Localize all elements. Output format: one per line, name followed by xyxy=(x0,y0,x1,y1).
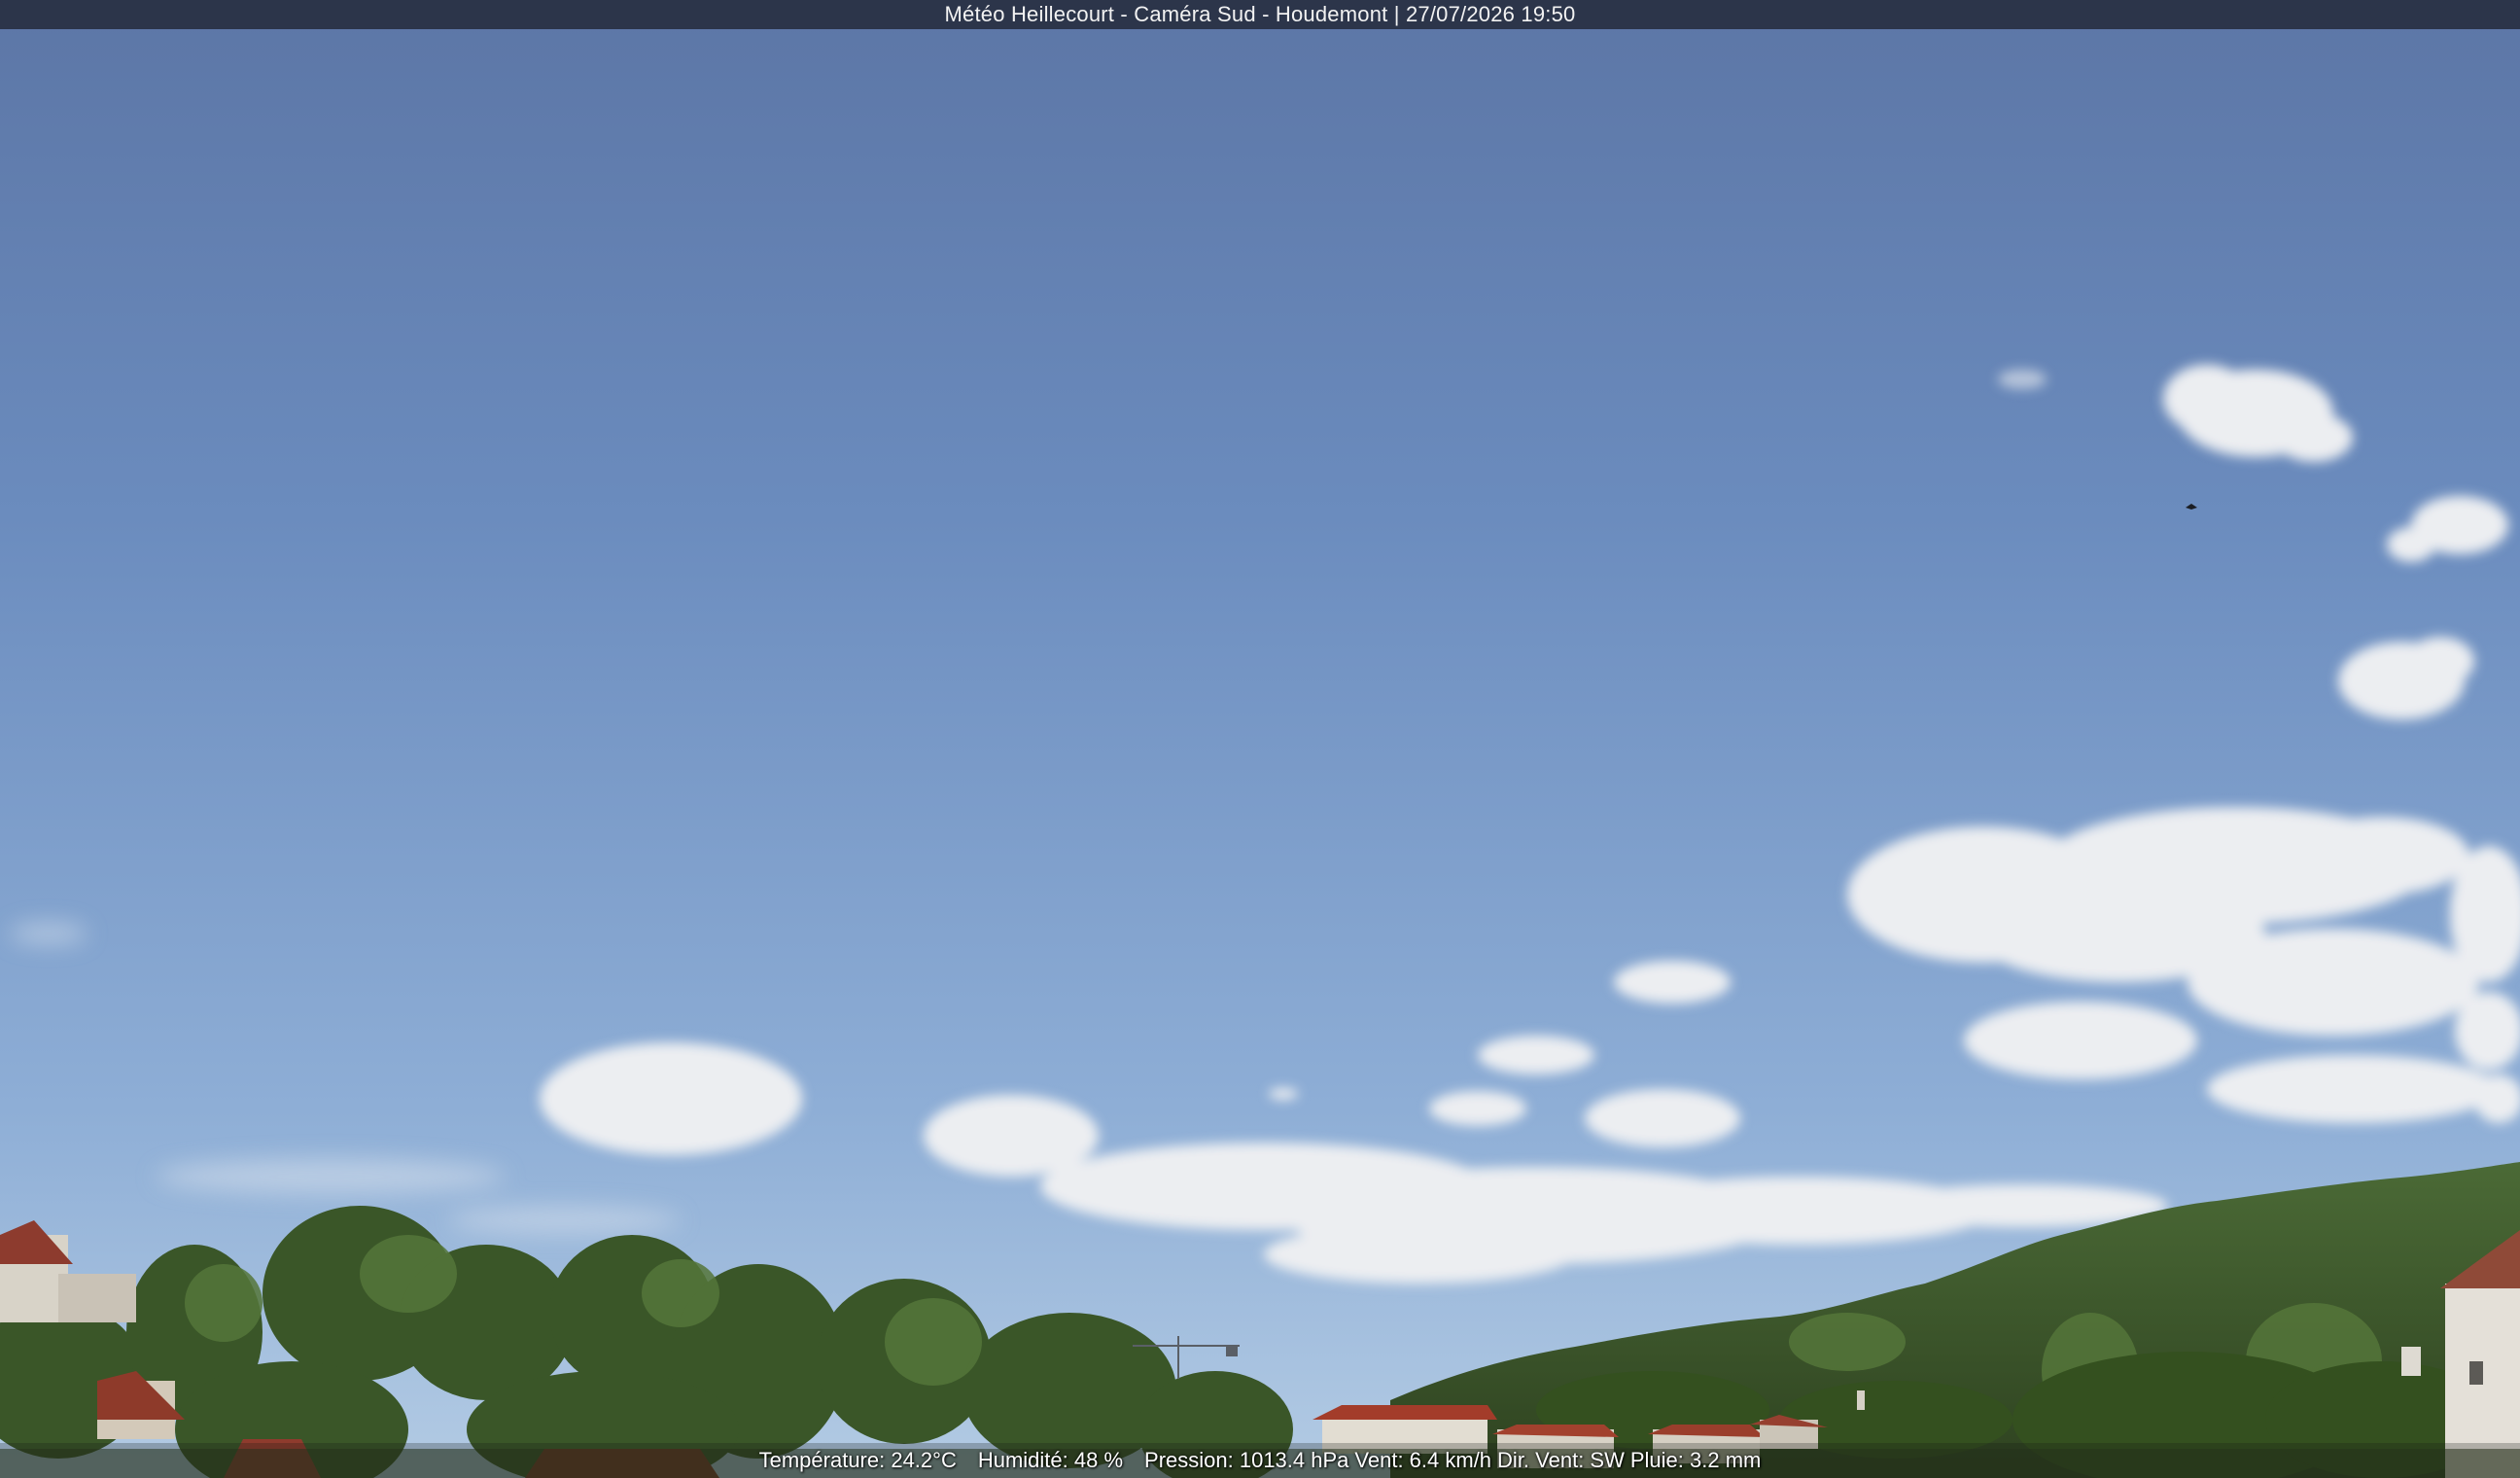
weather-overlay: Température: 24.2°C Humidité: 48 % Press… xyxy=(0,1443,2520,1478)
rain-readout: Pluie: 3.2 mm xyxy=(1629,1448,1762,1472)
pressure-readout: Pression: 1013.4 hPa xyxy=(1144,1448,1349,1472)
camera-title: Météo Heillecourt - Caméra Sud - Houdemo… xyxy=(944,2,1576,26)
webcam-frame: Météo Heillecourt - Caméra Sud - Houdemo… xyxy=(0,0,2520,1478)
webcam-image xyxy=(0,0,2520,1478)
humidity-readout: Humidité: 48 % xyxy=(977,1448,1124,1472)
camera-title-bar: Météo Heillecourt - Caméra Sud - Houdemo… xyxy=(0,0,2520,29)
wind-direction-readout: Dir. Vent: SW xyxy=(1497,1448,1625,1472)
wind-readout: Vent: 6.4 km/h xyxy=(1354,1448,1492,1472)
temperature-readout: Température: 24.2°C xyxy=(758,1448,957,1472)
